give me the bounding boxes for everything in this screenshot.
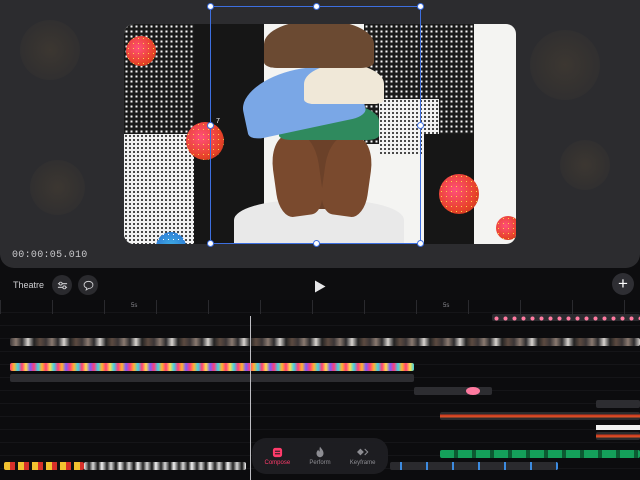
brown-hat [264, 24, 374, 68]
time-ruler[interactable]: 5s 5s [0, 300, 640, 314]
adjust-button[interactable] [52, 275, 72, 295]
flame-icon [314, 446, 326, 458]
timeline-clip-red[interactable] [596, 432, 640, 440]
bokeh-light [530, 30, 600, 100]
timecode-display: 00:00:05.010 [12, 250, 88, 261]
timeline-clip-gray[interactable] [414, 387, 492, 395]
timeline-clip-pink[interactable] [492, 314, 640, 321]
mode-label: Compose [264, 460, 291, 466]
timeline-clip-gray[interactable] [596, 400, 640, 408]
timeline-clip-bw[interactable] [84, 462, 246, 470]
ruler-label: 5s [443, 303, 450, 309]
mode-compose[interactable]: Compose [257, 446, 297, 466]
composition-canvas[interactable]: 7 [124, 24, 516, 244]
play-button[interactable] [311, 277, 329, 295]
play-icon [315, 280, 326, 292]
pink-blob [466, 387, 480, 395]
dotted-ball-sticker [126, 36, 156, 66]
timeline-clip-rainbow[interactable] [10, 363, 414, 371]
bokeh-light [20, 20, 80, 80]
bokeh-light [30, 160, 85, 215]
dotted-ball-sticker [186, 122, 224, 160]
timeline-clip-green[interactable] [440, 450, 640, 458]
resize-handle-top-right[interactable] [417, 3, 424, 10]
timeline-clip-markers[interactable] [390, 462, 558, 470]
canvas-label: 7 [216, 118, 220, 125]
mode-keyframe[interactable]: Keyframe [343, 446, 383, 466]
playhead[interactable] [250, 316, 251, 480]
toolbar: Theatre + [0, 270, 640, 300]
dotted-ball-sticker [496, 216, 516, 240]
preview-area: 7 00:00:05.010 [0, 0, 640, 268]
cream-hat [304, 64, 384, 104]
theatre-button[interactable]: Theatre [6, 276, 51, 294]
dotted-ball-sticker [439, 174, 479, 214]
compose-icon [271, 446, 283, 458]
app-root: 7 00:00:05.010 Theatre + 5s 5s Compose P… [0, 0, 640, 480]
mode-label: Keyframe [349, 460, 376, 466]
resize-handle-top-left[interactable] [207, 3, 214, 10]
speech-bubble-icon [83, 280, 93, 291]
add-button[interactable]: + [612, 273, 634, 295]
keyframe-icon [356, 446, 369, 458]
comment-button[interactable] [78, 275, 98, 295]
mode-label: Perform [309, 460, 331, 466]
resize-handle-top[interactable] [313, 3, 320, 10]
timeline-clip-red[interactable] [440, 412, 640, 420]
sliders-icon [57, 281, 67, 289]
ruler-label: 5s [131, 303, 138, 309]
timeline-clip-gray[interactable] [10, 374, 414, 382]
timeline-clip-yellow-red[interactable] [4, 462, 84, 470]
timeline-clip-white[interactable] [596, 425, 640, 430]
timeline-clip-video[interactable] [10, 338, 640, 346]
mode-switcher: Compose Perform Keyframe [252, 438, 388, 474]
bokeh-light [560, 140, 610, 190]
mode-perform[interactable]: Perform [300, 446, 340, 466]
